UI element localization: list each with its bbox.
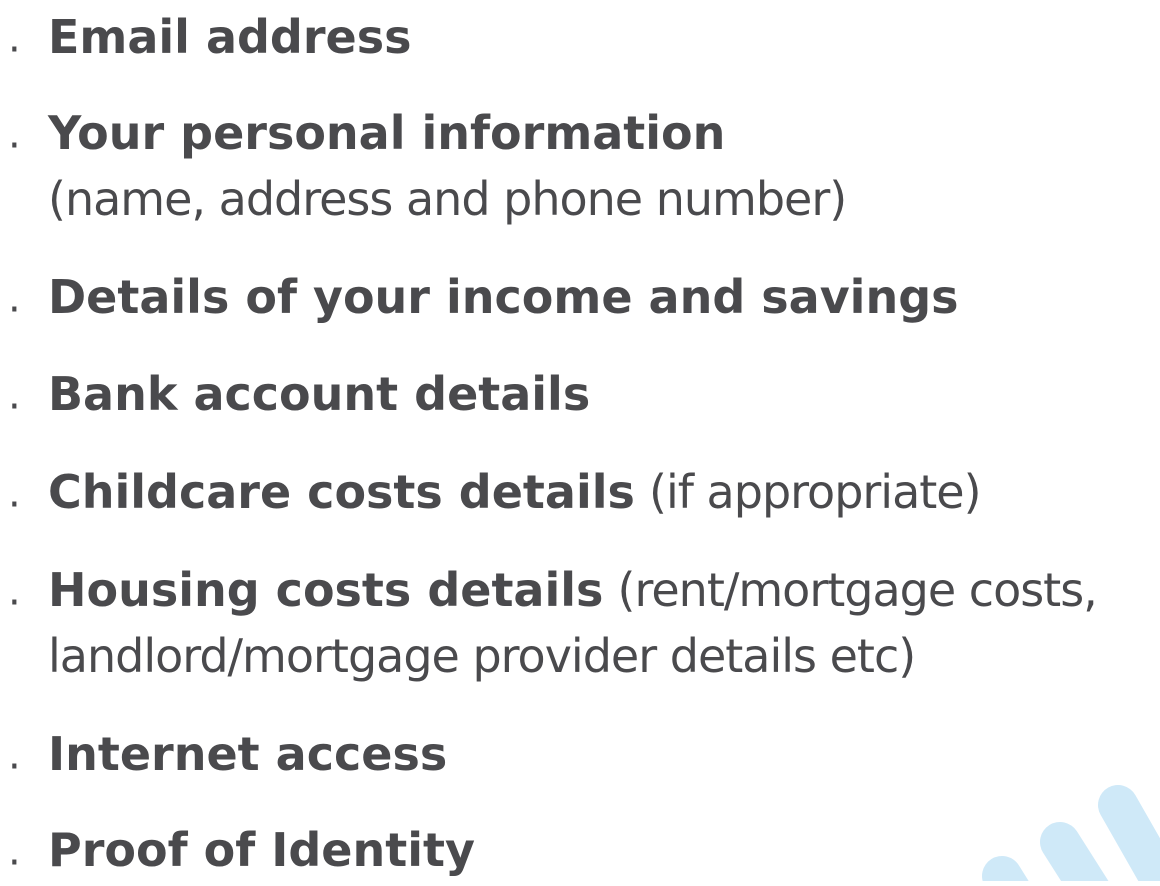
stripe-mark bbox=[1098, 785, 1160, 881]
stripe-mark bbox=[1040, 822, 1109, 881]
decorative-stripes-icon bbox=[982, 785, 1160, 881]
stripe-mark bbox=[982, 856, 1029, 881]
